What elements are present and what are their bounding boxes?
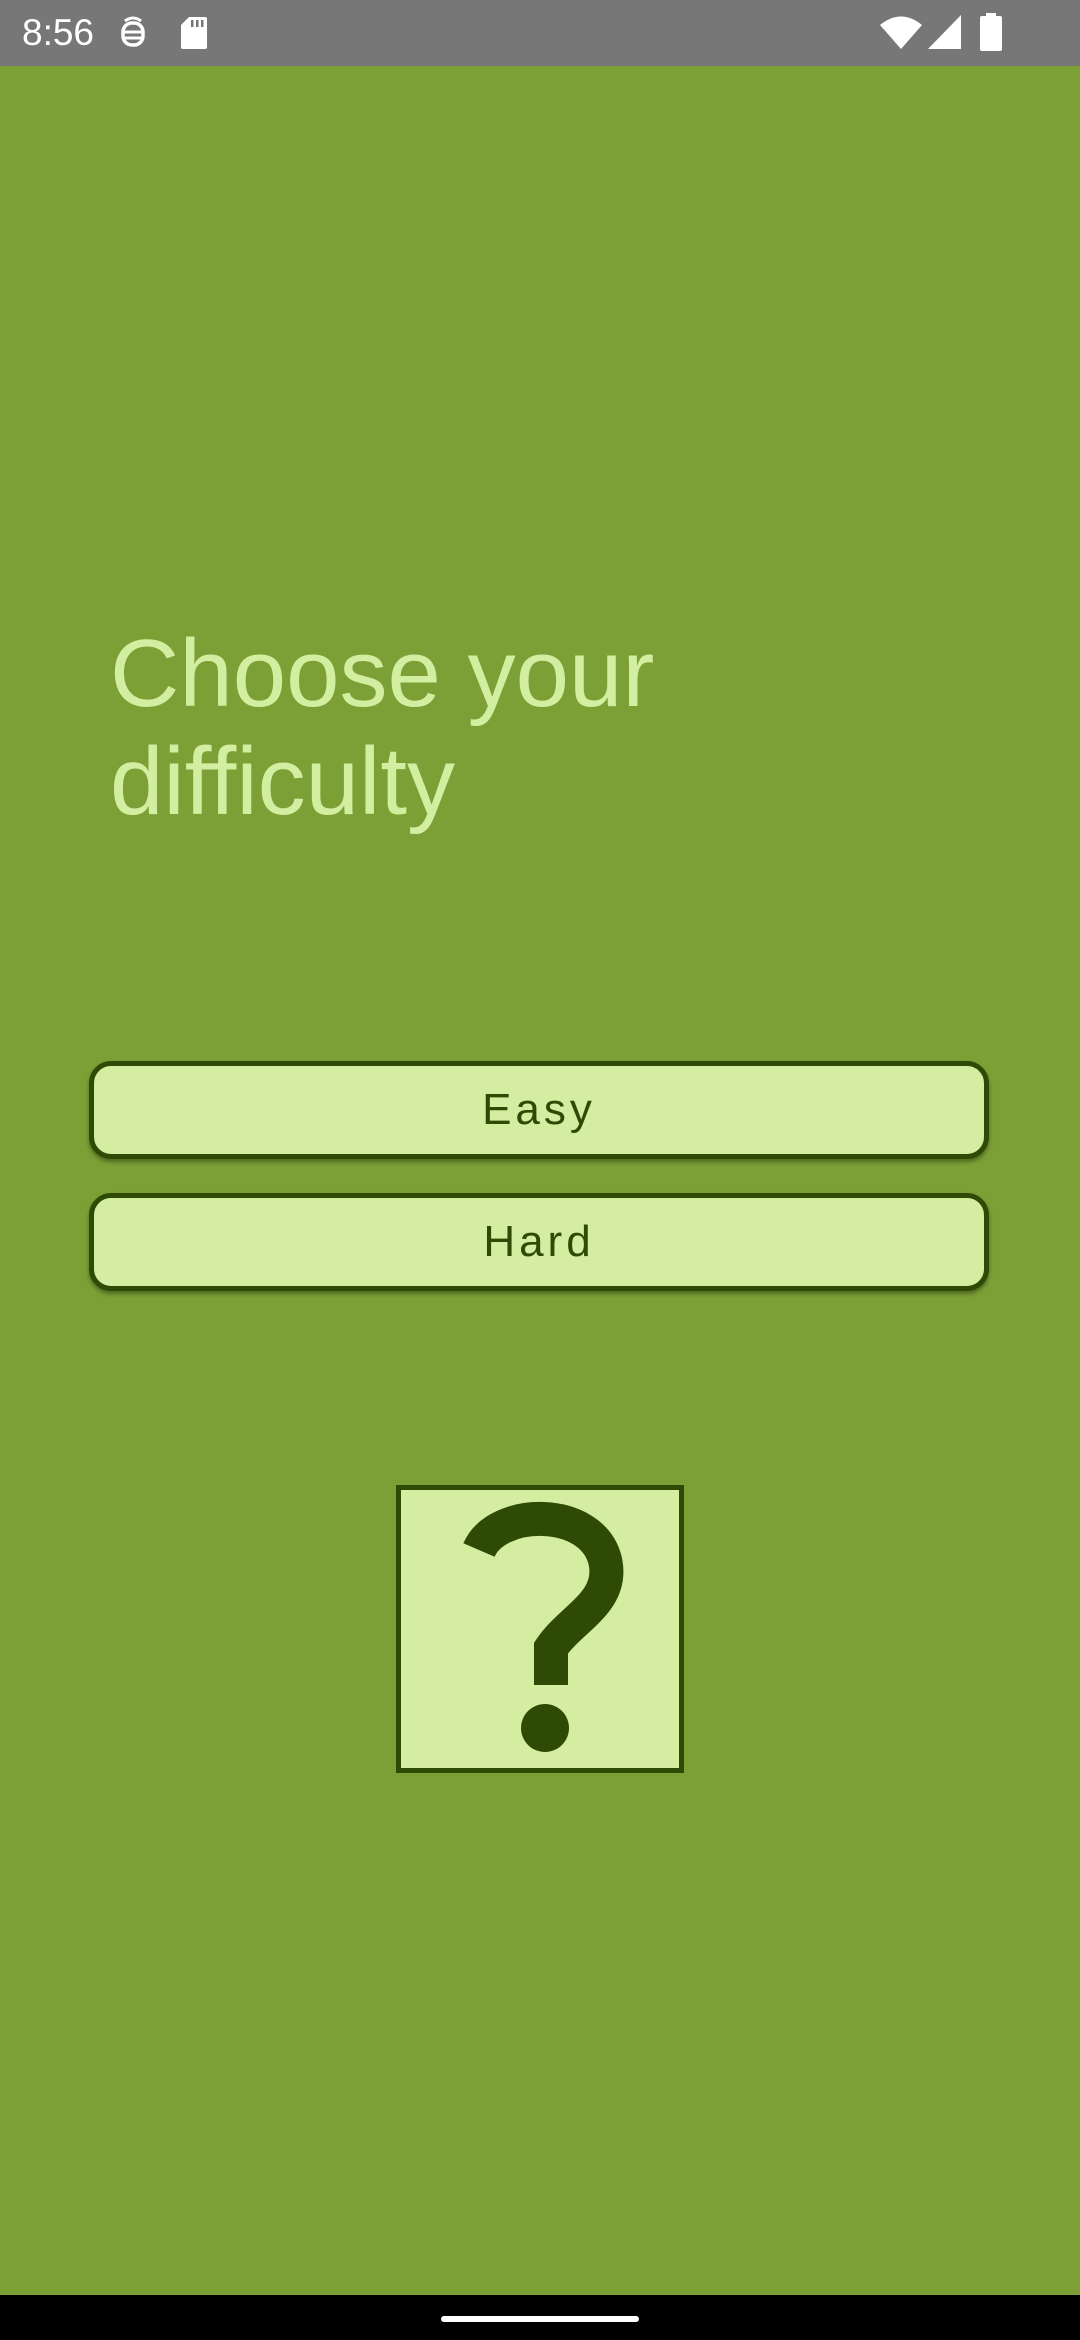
- debug-icon: [121, 16, 145, 47]
- signal-icon: [928, 15, 961, 49]
- sd-card-icon: [181, 17, 207, 49]
- wifi-icon: [880, 16, 922, 49]
- difficulty-screen: 8:56 Choose your difficulty Easy Hard: [0, 0, 1080, 2340]
- difficulty-image: [396, 1485, 684, 1773]
- question-mark-icon: [463, 1502, 624, 1752]
- status-time: 8:56: [22, 12, 95, 53]
- battery-icon: [980, 13, 1002, 51]
- easy-button[interactable]: Easy: [89, 1061, 989, 1159]
- page-title: Choose your difficulty: [110, 620, 655, 835]
- hard-button[interactable]: Hard: [89, 1193, 989, 1291]
- home-gesture-handle[interactable]: [441, 2316, 639, 2322]
- status-bar: 8:56: [0, 0, 1080, 66]
